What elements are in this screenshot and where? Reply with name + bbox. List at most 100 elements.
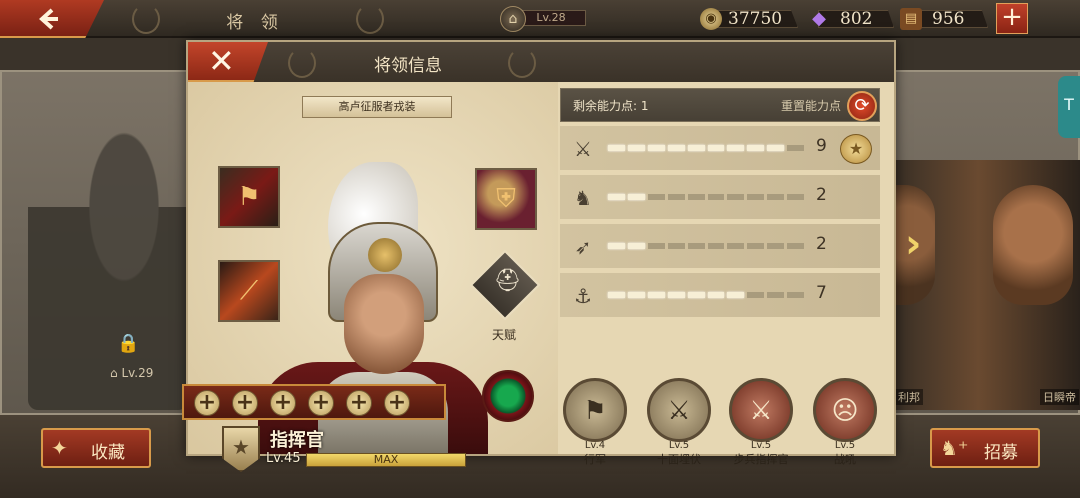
- star-medal-icon[interactable]: ★: [840, 134, 872, 164]
- progress-segment: [667, 194, 685, 200]
- add-slot-button[interactable]: +: [346, 390, 372, 416]
- add-resource-button[interactable]: +: [996, 3, 1028, 34]
- favorite-button[interactable]: ✦ 收藏: [41, 428, 151, 468]
- progress-segment: [608, 292, 625, 298]
- skill-level: Lv.5: [750, 440, 772, 451]
- helmet-plus-icon: ♞⁺: [940, 436, 969, 460]
- skill-march[interactable]: ⚑ Lv.4 行军: [560, 378, 630, 467]
- outfit-tag[interactable]: 高卢征服者戎装: [302, 96, 452, 118]
- progress-segment: [727, 292, 745, 298]
- banner-equipment-slot[interactable]: ⚑: [218, 166, 280, 228]
- wreath-left-icon: [132, 4, 160, 34]
- skill-war-cry[interactable]: ☹ Lv.5 战吼: [810, 378, 880, 467]
- crossed-swords-icon: ⚔: [729, 378, 793, 442]
- progress-segment: [747, 292, 765, 298]
- progress-segment: [747, 243, 765, 249]
- attribute-row-cavalry[interactable]: ♞ 2: [560, 175, 880, 219]
- gem-value: 802: [840, 9, 873, 29]
- progress-segment: [787, 145, 805, 151]
- attribute-progress: [608, 292, 805, 298]
- progress-segment: [687, 194, 705, 200]
- hero-name-partial: 利邦: [895, 389, 923, 405]
- progress-segment: [608, 145, 625, 151]
- progress-segment: [727, 145, 745, 151]
- remaining-points: 剩余能力点: 1: [573, 99, 649, 113]
- hero-level: Lv.45: [266, 451, 301, 466]
- ambush-soldiers-icon: ⚔: [647, 378, 711, 442]
- skill-name: 十面埋伏: [657, 453, 701, 466]
- skill-level: Lv.5: [668, 440, 690, 451]
- skill-level: Lv.4: [584, 440, 606, 451]
- progress-segment: [687, 243, 705, 249]
- building-icon: ⌂: [500, 6, 526, 32]
- progress-segment: [787, 243, 805, 249]
- progress-segment: [667, 292, 685, 298]
- building-small-icon: ⌂: [110, 366, 122, 380]
- player-level[interactable]: Lv.28 ⌂: [500, 6, 586, 32]
- next-hero-arrow-icon[interactable]: ›: [905, 222, 937, 270]
- weapon-equipment-slot[interactable]: ⟋: [218, 260, 280, 322]
- attribute-panel: 剩余能力点: 1 重置能力点 ⟳ ⚔ 9 ★ ♞ 2 ➶ 2 ⚓ 7 ⚑ Lv.…: [560, 88, 882, 466]
- reset-points-button[interactable]: ⟳: [847, 91, 877, 121]
- gem-resource[interactable]: ◆ 802: [808, 8, 898, 30]
- progress-segment: [667, 145, 685, 151]
- add-slot-button[interactable]: +: [194, 390, 220, 416]
- add-slot-button[interactable]: +: [308, 390, 334, 416]
- shield-icon: ⛨: [496, 184, 516, 214]
- chest-icon: ▤: [900, 8, 922, 30]
- reset-points-label: 重置能力点: [781, 99, 842, 113]
- attribute-row-infantry[interactable]: ⚔ 9 ★: [560, 126, 880, 170]
- emerald-gem-icon[interactable]: [482, 370, 534, 422]
- favorite-label: 收藏: [91, 443, 125, 463]
- progress-segment: [627, 145, 645, 151]
- close-button[interactable]: ✕: [188, 42, 268, 82]
- progress-segment: [647, 292, 665, 298]
- top-bar: 将 领 Lv.28 ⌂ ◉ 37750 ◆ 802 ▤ 956 +: [0, 0, 1080, 38]
- progress-segment: [747, 145, 765, 151]
- recruit-label: 招募: [984, 443, 1018, 463]
- skill-name: 步兵指挥官: [733, 453, 789, 466]
- horse-icon: ♞: [574, 186, 592, 210]
- progress-segment: [747, 194, 765, 200]
- eagle-icon: ✦: [51, 436, 68, 460]
- progress-segment: [787, 194, 805, 200]
- progress-segment: [627, 194, 645, 200]
- locked-hero-silhouette[interactable]: [28, 120, 188, 410]
- progress-segment: [608, 243, 625, 249]
- lock-icon: 🔒: [117, 333, 140, 354]
- progress-segment: [687, 292, 705, 298]
- player-level-text: Lv.28: [516, 10, 586, 26]
- skill-infantry-commander[interactable]: ⚔ Lv.5 步兵指挥官: [726, 378, 796, 467]
- progress-segment: [727, 194, 745, 200]
- attribute-value: 9: [816, 136, 827, 156]
- progress-segment: [767, 243, 785, 249]
- coin-resource[interactable]: ◉ 37750: [700, 8, 800, 30]
- recruit-button[interactable]: ♞⁺ 招募: [930, 428, 1040, 468]
- hero-info-dialog: ✕ 将领信息 高卢征服者戎装 ⚑ ⟋ ⛨ ⛑ 天赋 + + + + + + ★ …: [182, 40, 896, 472]
- add-slot-button[interactable]: +: [384, 390, 410, 416]
- bow-icon: ➶: [574, 235, 592, 259]
- progress-segment: [707, 194, 725, 200]
- add-slot-button[interactable]: +: [270, 390, 296, 416]
- back-button[interactable]: [0, 0, 104, 38]
- progress-segment: [767, 194, 785, 200]
- side-tab[interactable]: T: [1058, 76, 1080, 138]
- progress-segment: [707, 243, 725, 249]
- progress-segment: [687, 145, 705, 151]
- add-slot-button[interactable]: +: [232, 390, 258, 416]
- progress-segment: [787, 292, 805, 298]
- attribute-value: 2: [816, 234, 827, 254]
- helmet-icon: ⛑: [493, 268, 522, 294]
- attribute-row-navy[interactable]: ⚓ 7: [560, 273, 880, 317]
- progress-segment: [707, 145, 725, 151]
- attribute-row-archer[interactable]: ➶ 2: [560, 224, 880, 268]
- armor-equipment-slot[interactable]: ⛨: [475, 168, 537, 230]
- coin-value: 37750: [728, 9, 783, 29]
- skill-name: 行军: [584, 453, 606, 466]
- spear-icon: ⟋: [239, 276, 259, 306]
- gem-icon: ◆: [812, 8, 826, 29]
- attribute-progress: [608, 194, 805, 200]
- rune-slots-bar: + + + + + +: [182, 384, 446, 420]
- skill-ambush[interactable]: ⚔ Lv.5 十面埋伏: [644, 378, 714, 467]
- chest-resource[interactable]: ▤ 956: [900, 8, 990, 30]
